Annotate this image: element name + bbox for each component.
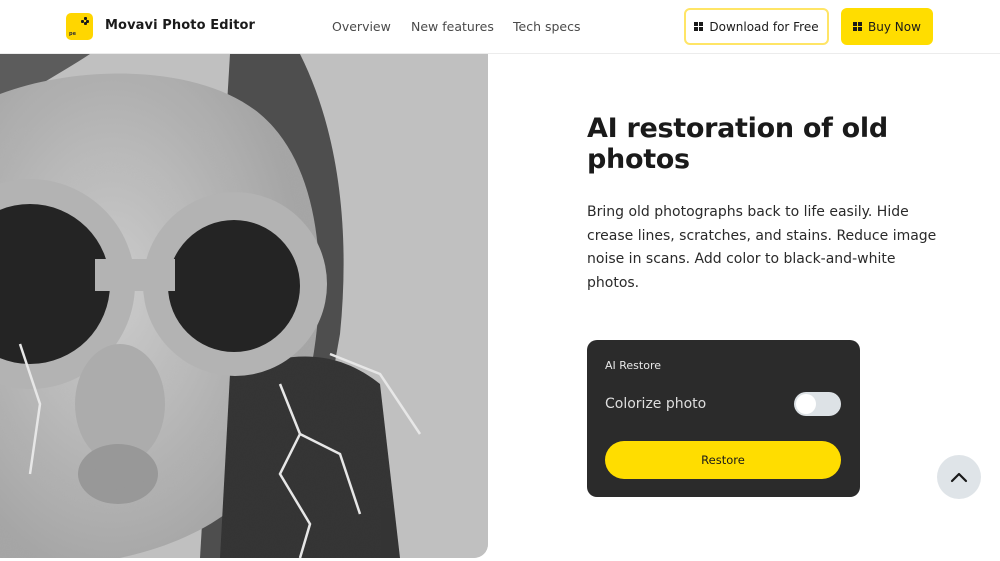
nav-new-features[interactable]: New features: [411, 19, 494, 34]
nav-overview[interactable]: Overview: [332, 19, 391, 34]
logo-dots-icon: [81, 17, 89, 25]
nav-tech-specs[interactable]: Tech specs: [513, 19, 581, 34]
download-label: Download for Free: [709, 19, 819, 34]
windows-icon: [853, 22, 863, 31]
scroll-to-top-button[interactable]: [937, 455, 981, 499]
logo-caption: pe: [69, 31, 76, 37]
windows-icon: [694, 22, 704, 31]
noise-overlay: [0, 54, 488, 558]
ai-restore-panel: AI Restore Colorize photo Restore: [587, 340, 860, 497]
portrait-layers: [0, 54, 488, 558]
brand-name[interactable]: Movavi Photo Editor: [105, 18, 255, 33]
panel-title: AI Restore: [605, 359, 662, 372]
colorize-photo-label: Colorize photo: [605, 396, 707, 412]
logo-icon[interactable]: pe: [66, 13, 93, 40]
site-header: pe Movavi Photo Editor Overview New feat…: [0, 0, 1000, 54]
portrait-illustration: [0, 54, 488, 558]
download-for-free-button[interactable]: Download for Free: [684, 8, 829, 45]
section-description: Bring old photographs back to life easil…: [587, 204, 937, 291]
buy-now-button[interactable]: Buy Now: [841, 8, 933, 45]
chevron-up-icon: [950, 472, 968, 483]
section-title: AI restoration of old photos: [587, 113, 888, 175]
buy-label: Buy Now: [868, 19, 921, 34]
colorize-photo-toggle[interactable]: [794, 392, 841, 416]
toggle-knob: [796, 394, 816, 414]
restore-button[interactable]: Restore: [605, 441, 841, 479]
hero-photo: [0, 54, 488, 558]
